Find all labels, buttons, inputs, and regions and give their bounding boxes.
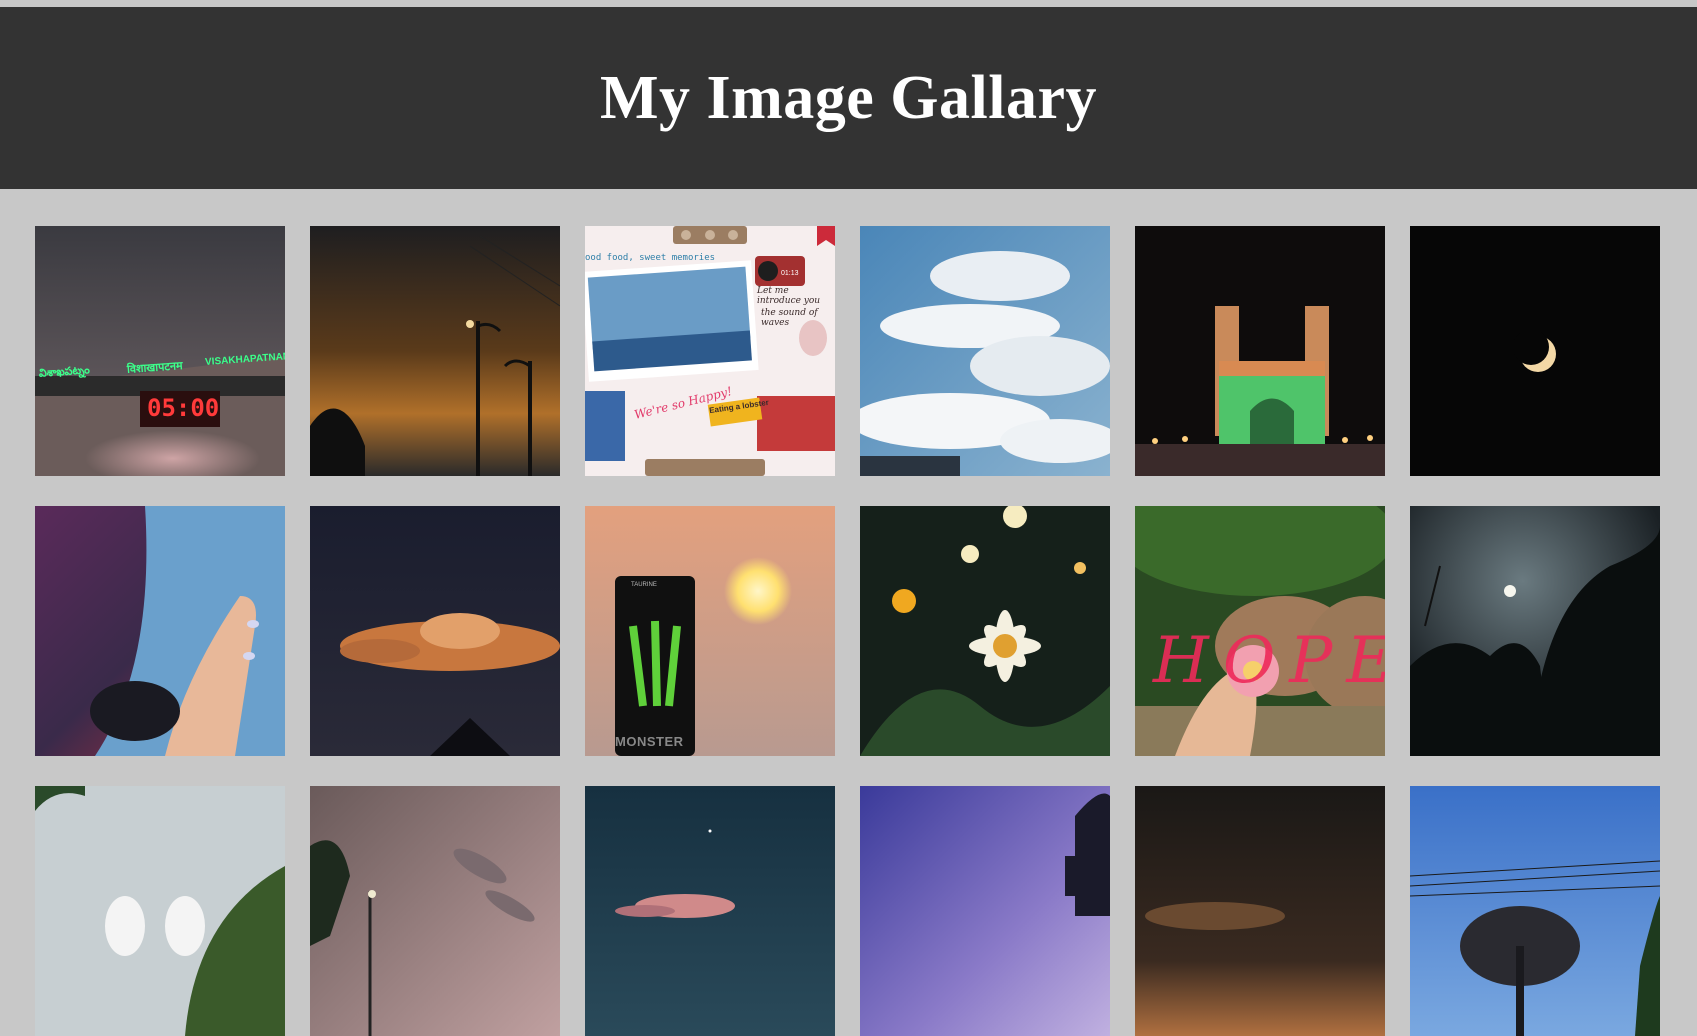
gallery-image-crescent-moon[interactable] (1410, 226, 1660, 476)
hand-nails-photo (35, 506, 285, 756)
dark-sunset-photo (1135, 786, 1385, 1036)
sunset-streetlights-photo (310, 226, 560, 476)
gallery-image-pink-sky[interactable] (310, 786, 560, 1036)
gallery-image-sunset-streetlights[interactable] (310, 226, 560, 476)
scrapbook-photo (585, 226, 835, 476)
night-sky-cloud-photo (585, 786, 835, 1036)
gallery-image-blue-sky[interactable] (860, 226, 1110, 476)
image-gallery: విశాఖపట్నం विशाखापटनम VISAKHAPATNAM 05:0… (35, 226, 1662, 1036)
station-sign-photo (35, 226, 285, 476)
pink-sky-photo (310, 786, 560, 1036)
blue-sky-photo (860, 226, 1110, 476)
gallery-image-purple-sky[interactable] (860, 786, 1110, 1036)
dusk-cloud-photo (310, 506, 560, 756)
gallery-image-night-sky-cloud[interactable] (585, 786, 835, 1036)
gallery-image-hand-nails[interactable] (35, 506, 285, 756)
statues-photo (35, 786, 285, 1036)
gallery-image-wild-flowers[interactable] (860, 506, 1110, 756)
gallery-image-hope-flower[interactable]: HOPE (1135, 506, 1385, 756)
top-strip (0, 0, 1697, 7)
gallery-image-station-sign[interactable]: విశాఖపట్నం विशाखापटनम VISAKHAPATNAM 05:0… (35, 226, 285, 476)
monster-can-photo (585, 506, 835, 756)
gallery-image-blue-sky-tree[interactable] (1410, 786, 1660, 1036)
purple-sky-photo (860, 786, 1110, 1036)
gallery-image-moon-trees[interactable] (1410, 506, 1660, 756)
gallery-image-dusk-cloud[interactable] (310, 506, 560, 756)
gallery-image-scrapbook[interactable]: ood food, sweet memories Let me introduc… (585, 226, 835, 476)
gallery-image-statues[interactable] (35, 786, 285, 1036)
page-title: My Image Gallary (599, 63, 1097, 132)
gallery-image-monster-can[interactable]: MONSTER TAURINE (585, 506, 835, 756)
charminar-photo (1135, 226, 1385, 476)
blue-sky-tree-photo (1410, 786, 1660, 1036)
gallery-image-dark-sunset[interactable] (1135, 786, 1385, 1036)
wild-flowers-photo (860, 506, 1110, 756)
header-banner: My Image Gallary (0, 7, 1697, 189)
hope-flower-photo (1135, 506, 1385, 756)
crescent-moon-photo (1410, 226, 1660, 476)
gallery-image-charminar[interactable] (1135, 226, 1385, 476)
moon-trees-photo (1410, 506, 1660, 756)
